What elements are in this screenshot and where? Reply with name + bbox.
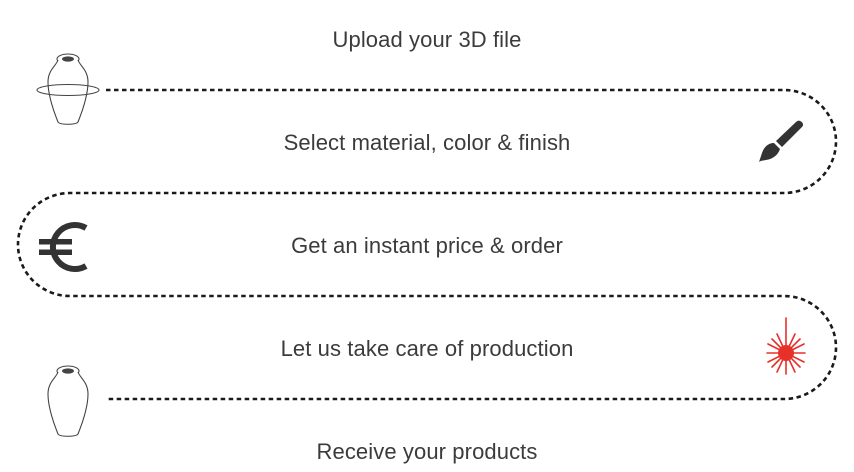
vase-rotate-icon bbox=[36, 53, 100, 125]
step-label-receive: Receive your products bbox=[316, 439, 538, 464]
vase-icon bbox=[47, 365, 89, 437]
step-label-price-order: Get an instant price & order bbox=[291, 233, 563, 258]
process-diagram: Upload your 3D file Select material, col… bbox=[0, 0, 854, 472]
step-label-production: Let us take care of production bbox=[280, 336, 574, 361]
euro-icon bbox=[39, 222, 88, 272]
step-label-select-material: Select material, color & finish bbox=[283, 130, 571, 155]
laser-icon bbox=[766, 317, 806, 375]
paintbrush-icon bbox=[759, 120, 804, 162]
step-label-upload: Upload your 3D file bbox=[332, 27, 522, 52]
